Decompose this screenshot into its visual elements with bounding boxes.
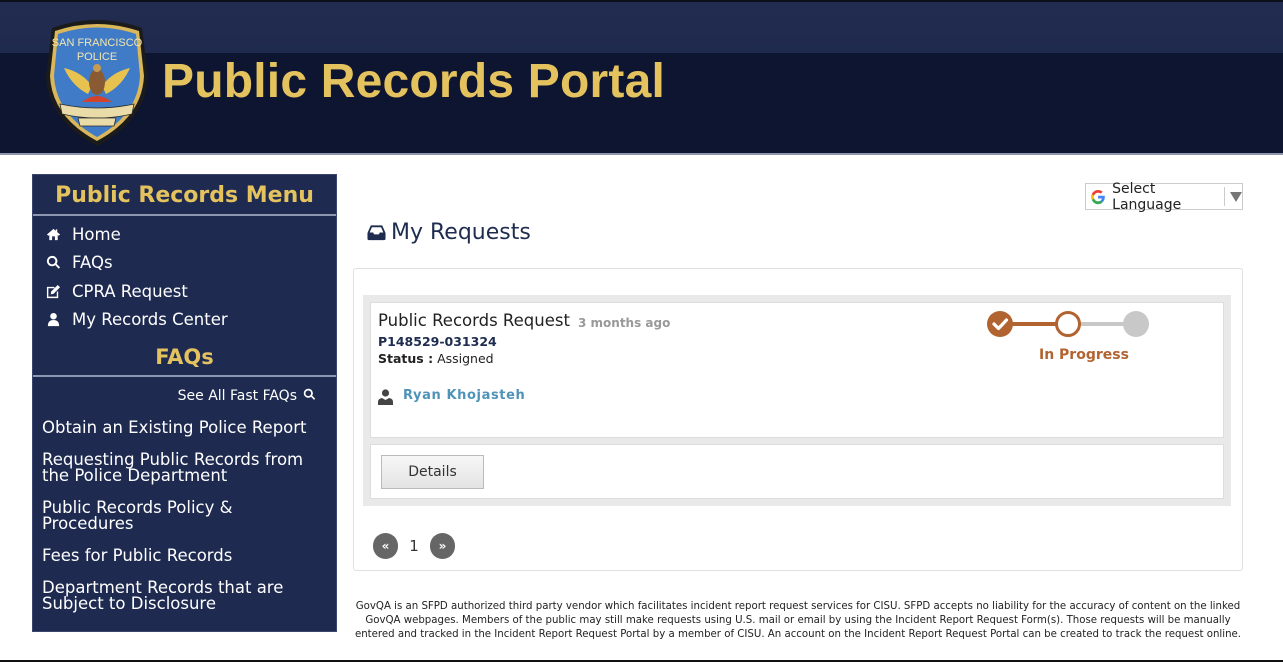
faqs-heading: FAQs	[33, 342, 336, 377]
edit-icon	[46, 284, 72, 299]
user-icon	[378, 389, 393, 405]
header-band	[0, 2, 1283, 53]
menu-title: Public Records Menu	[33, 175, 336, 216]
progress-label: In Progress	[1039, 347, 1129, 363]
select-language-label: Select Language	[1112, 180, 1182, 213]
public-records-menu: Public Records Menu Home FAQs CPRA Reque…	[32, 174, 337, 632]
request-card: Public Records Request 3 months ago P148…	[363, 295, 1231, 506]
request-age: 3 months ago	[578, 316, 671, 330]
status-value: Assigned	[437, 351, 494, 366]
sidebar-item-home[interactable]: Home	[33, 220, 336, 249]
google-icon	[1091, 189, 1105, 204]
page-title: My Requests	[367, 220, 531, 245]
request-title: Public Records Request	[378, 311, 570, 330]
pagination-next-button[interactable]: »	[430, 533, 455, 559]
request-card-footer: Details	[370, 444, 1224, 499]
page-title-text: My Requests	[391, 220, 531, 245]
faq-link-policy-procedures[interactable]: Public Records Policy & Procedures	[33, 499, 336, 532]
faq-link-fees[interactable]: Fees for Public Records	[33, 547, 336, 564]
sidebar-item-my-records-center[interactable]: My Records Center	[33, 306, 336, 335]
home-icon	[46, 227, 72, 242]
request-status: Status : Assigned	[378, 351, 494, 366]
faq-link-obtain-police-report[interactable]: Obtain an Existing Police Report	[33, 419, 336, 436]
see-all-faqs-label: See All Fast FAQs	[177, 388, 297, 404]
sidebar-item-label: Home	[72, 224, 121, 244]
sidebar-item-faqs[interactable]: FAQs	[33, 249, 336, 278]
inbox-icon	[367, 225, 386, 241]
step-complete-icon	[987, 311, 1013, 337]
pagination-prev-button[interactable]: «	[373, 533, 398, 559]
badge-middle-text: POLICE	[77, 51, 117, 63]
footer-disclaimer: GovQA is an SFPD authorized third party …	[354, 601, 1242, 641]
status-label: Status :	[378, 351, 434, 366]
step-pending-icon	[1123, 311, 1149, 337]
request-id: P148529-031324	[378, 334, 497, 349]
progress-tracker: In Progress	[986, 309, 1156, 369]
dropdown-arrow-icon	[1230, 191, 1242, 202]
dropdown-separator	[1224, 187, 1225, 206]
sidebar-item-label: FAQs	[72, 253, 113, 273]
requester-name-link[interactable]: Ryan Khojasteh	[403, 388, 525, 403]
pagination-page-1[interactable]: 1	[398, 537, 430, 555]
sfpd-badge-logo[interactable]: SAN FRANCISCO POLICE	[42, 16, 152, 148]
user-icon	[46, 312, 72, 327]
search-icon	[303, 388, 316, 405]
faq-link-records-subject-to-disclosure[interactable]: Department Records that are Subject to D…	[33, 579, 336, 612]
pagination: « 1 »	[373, 533, 455, 559]
see-all-faqs-link[interactable]: See All Fast FAQs	[33, 385, 336, 407]
step-current-icon	[1055, 311, 1081, 337]
badge-top-text: SAN FRANCISCO	[52, 37, 143, 49]
menu-list: Home FAQs CPRA Request My Records Center	[33, 216, 336, 334]
search-icon	[46, 255, 72, 270]
select-language-dropdown[interactable]: Select Language	[1085, 180, 1243, 213]
details-button[interactable]: Details	[381, 455, 484, 489]
requester: Ryan Khojasteh	[378, 385, 525, 405]
sidebar-item-cpra-request[interactable]: CPRA Request	[33, 277, 336, 306]
requests-panel: Public Records Request 3 months ago P148…	[353, 268, 1243, 571]
request-card-body: Public Records Request 3 months ago P148…	[370, 302, 1224, 438]
sidebar-item-label: My Records Center	[72, 310, 228, 330]
progress-steps	[987, 311, 1149, 337]
faq-link-requesting-public-records[interactable]: Requesting Public Records from the Polic…	[33, 451, 336, 484]
site-header: SAN FRANCISCO POLICE Public Records Port…	[0, 2, 1283, 155]
sidebar-item-label: CPRA Request	[72, 281, 188, 301]
site-title: Public Records Portal	[162, 55, 665, 108]
